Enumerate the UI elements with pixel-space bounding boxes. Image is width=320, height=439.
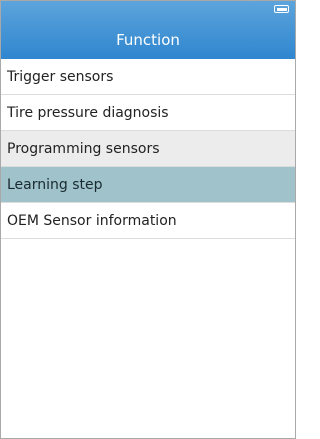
- menu-item-tire-pressure-diagnosis[interactable]: Tire pressure diagnosis: [1, 95, 295, 131]
- function-screen: Function Trigger sensors Tire pressure d…: [0, 0, 296, 439]
- function-menu: Trigger sensors Tire pressure diagnosis …: [1, 59, 295, 239]
- menu-item-trigger-sensors[interactable]: Trigger sensors: [1, 59, 295, 95]
- page-title: Function: [116, 31, 180, 49]
- menu-item-learning-step[interactable]: Learning step: [1, 167, 295, 203]
- battery-icon: [274, 5, 289, 13]
- header-bar: Function: [1, 1, 295, 59]
- menu-item-programming-sensors[interactable]: Programming sensors: [1, 131, 295, 167]
- menu-item-oem-sensor-information[interactable]: OEM Sensor information: [1, 203, 295, 239]
